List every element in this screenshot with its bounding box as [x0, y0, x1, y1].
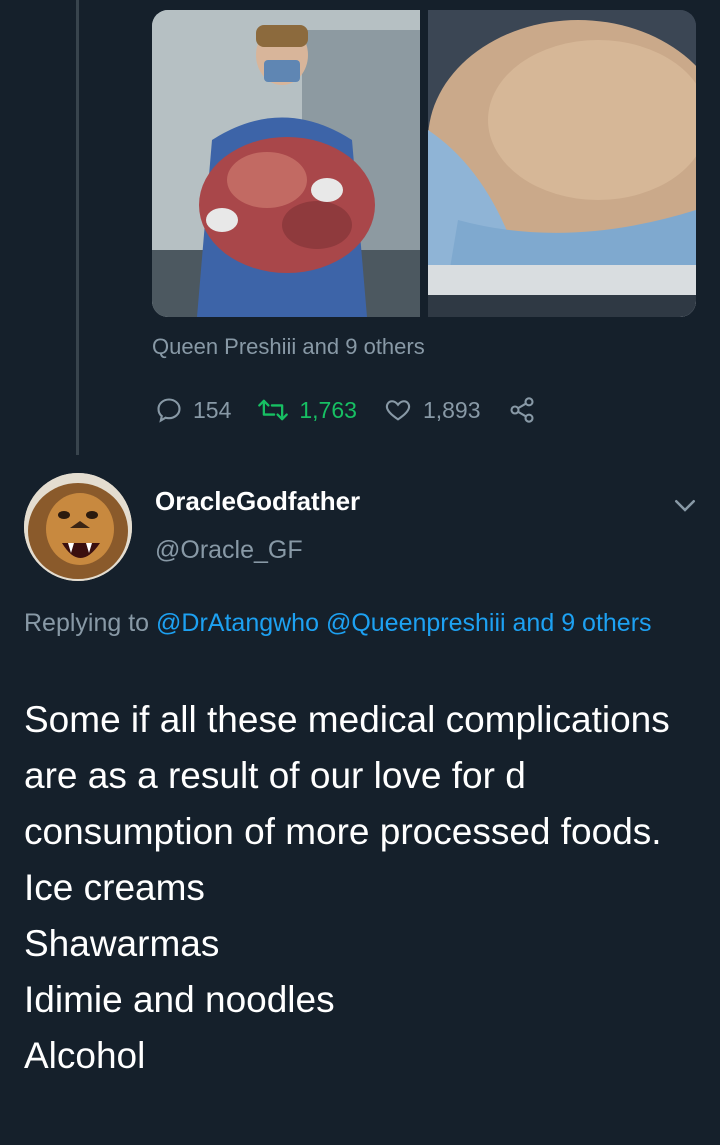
- replies-context[interactable]: Queen Preshiii and 9 others: [152, 334, 425, 360]
- display-name[interactable]: OracleGodfather: [155, 486, 360, 517]
- lion-avatar[interactable]: [24, 473, 132, 581]
- mention-link[interactable]: @Queenpreshiii: [326, 609, 506, 637]
- tweet-media-grid[interactable]: [152, 10, 696, 317]
- chevron-down-icon[interactable]: [670, 490, 700, 520]
- thread-connector-line: [76, 0, 79, 455]
- surgeon-holding-tumor-photo[interactable]: [152, 10, 420, 317]
- mention-link[interactable]: @DrAtangwho: [156, 609, 319, 637]
- user-handle[interactable]: @Oracle_GF: [155, 536, 303, 565]
- retweet-button[interactable]: 1,763: [257, 396, 357, 424]
- heart-icon: [385, 400, 411, 421]
- like-count: 1,893: [422, 396, 481, 423]
- reply-button[interactable]: 154: [155, 396, 231, 424]
- retweet-icon: [258, 399, 289, 421]
- and-others-link[interactable]: and 9 others: [513, 609, 652, 637]
- reply-count: 154: [193, 396, 232, 423]
- tweet-text: Some if all these medical complications …: [24, 699, 670, 1076]
- tweet-action-bar: 154 1,763 1,893: [155, 392, 537, 428]
- share-icon: [509, 397, 534, 423]
- replying-to: Replying to @DrAtangwho @Queenpreshiii a…: [24, 604, 694, 643]
- reply-icon: [157, 398, 181, 423]
- like-button[interactable]: 1,893: [383, 396, 481, 424]
- share-button[interactable]: [507, 396, 537, 424]
- swollen-abdomen-photo[interactable]: [428, 10, 696, 317]
- retweet-count: 1,763: [299, 396, 357, 423]
- replying-prefix: Replying to: [24, 609, 150, 637]
